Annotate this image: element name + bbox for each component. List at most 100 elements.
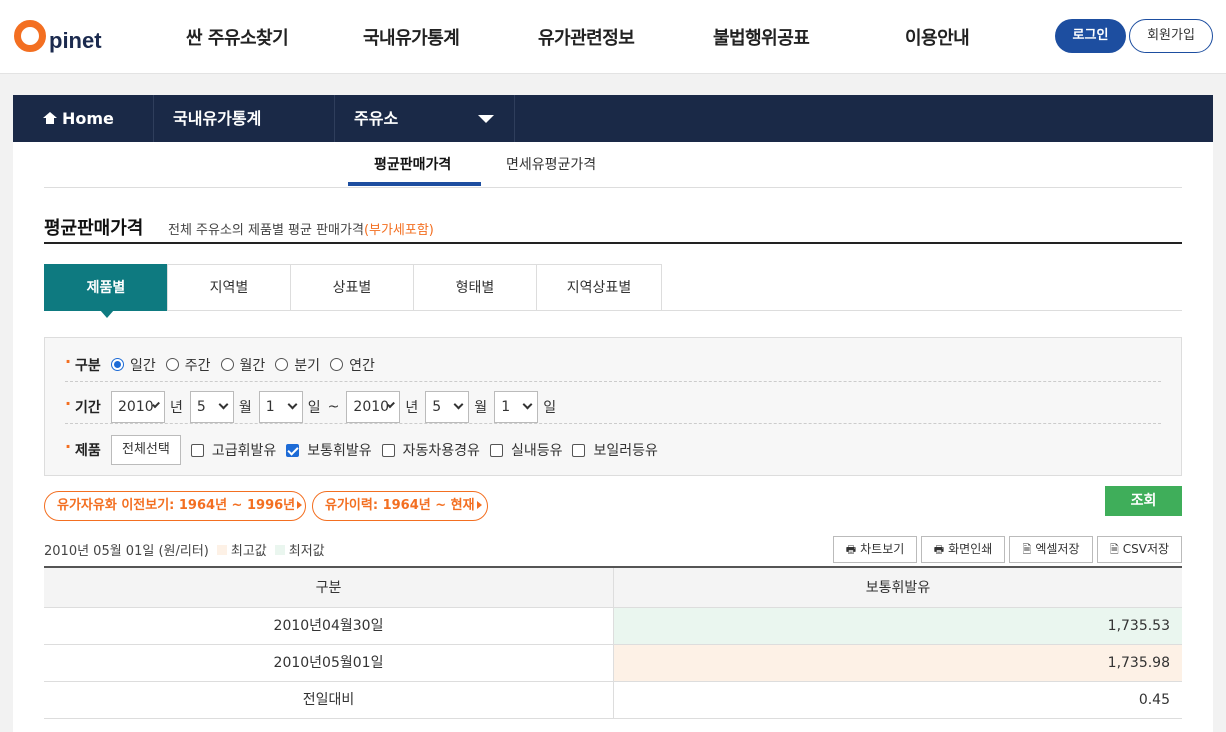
main-menu: 싼 주유소찾기 국내유가통계 유가관련정보 불법행위공표 이용안내 — [0, 24, 1226, 50]
page-title: 평균판매가격 — [44, 218, 144, 239]
to-year-select[interactable]: 2010 — [346, 390, 401, 423]
join-button[interactable]: 회원가입 — [1129, 19, 1213, 53]
location-level2-dropdown[interactable]: 주유소 — [335, 95, 515, 142]
radio-circle[interactable] — [275, 358, 289, 371]
from-day-select[interactable]: 1 — [258, 390, 303, 423]
checkbox-box[interactable] — [286, 443, 300, 457]
unit-year: 년 — [405, 399, 419, 416]
csv-save-button[interactable]: 🗎 CSV저장 — [1097, 536, 1182, 563]
table-row: 2010년04월30일 1,735.53 — [44, 608, 1182, 645]
row-label: 2010년05월01일 — [44, 645, 614, 681]
checkbox-diesel[interactable]: 자동차용경유 — [381, 440, 480, 460]
arrow-right-icon — [297, 501, 303, 509]
legend-high-swatch — [216, 544, 227, 555]
checkbox-regular-gasoline[interactable]: 보통휘발유 — [286, 440, 372, 460]
checkbox-box[interactable] — [190, 443, 204, 457]
tab-by-brand[interactable]: 상표별 — [290, 264, 413, 311]
checkbox-boiler-kerosene[interactable]: 보일러등유 — [572, 440, 658, 460]
checkbox-label: 보일러등유 — [593, 443, 658, 459]
select-value: 5 — [432, 398, 442, 415]
tab-by-product[interactable]: 제품별 — [44, 264, 167, 318]
home-icon — [43, 112, 57, 125]
radio-circle[interactable] — [330, 358, 344, 371]
search-button[interactable]: 조회 — [1105, 486, 1182, 516]
search-panel: 구분 일간 주간 월간 분기 연간 기간 2010 년 5 월 1 일 ~ 20… — [44, 337, 1182, 476]
tool-label: 화면인쇄 — [948, 542, 993, 556]
checkbox-box[interactable] — [489, 443, 503, 457]
checkbox-label: 보통휘발유 — [307, 443, 372, 459]
sub-tabs: 평균판매가격 면세유평균가격 — [44, 142, 1182, 188]
radio-label: 분기 — [294, 357, 321, 374]
radio-daily[interactable]: 일간 — [111, 355, 156, 375]
radio-weekly[interactable]: 주간 — [165, 355, 211, 375]
radio-yearly[interactable]: 연간 — [330, 355, 375, 375]
table-row: 2010년05월01일 1,735.98 — [44, 645, 1182, 682]
legend-high-label: 최고값 — [230, 544, 267, 559]
page-description-text: 전체 주유소의 제품별 평균 판매가격 — [168, 223, 364, 238]
printer-icon: 🖶 — [845, 543, 857, 556]
history-before-liberalization-button[interactable]: 유가자유화 이전보기: 1964년 ~ 1996년 — [44, 491, 306, 521]
menu-price-info[interactable]: 유가관련정보 — [538, 24, 635, 50]
date-range-row: 기간 2010 년 5 월 1 일 ~ 2010 년 5 월 1 일 — [65, 390, 1161, 424]
checkbox-premium-gasoline[interactable]: 고급휘발유 — [190, 440, 277, 460]
excel-save-button[interactable]: 🗎 엑셀저장 — [1009, 536, 1093, 563]
location-level1[interactable]: 국내유가통계 — [154, 95, 335, 142]
chart-view-button[interactable]: 🖶 차트보기 — [833, 536, 917, 563]
to-month-select[interactable]: 5 — [425, 390, 470, 423]
tab-by-region[interactable]: 지역별 — [167, 264, 290, 311]
radio-circle[interactable] — [220, 358, 234, 371]
period-type-row: 구분 일간 주간 월간 분기 연간 — [65, 348, 1161, 382]
page-description: 전체 주유소의 제품별 평균 판매가격(부가세포함) — [168, 219, 434, 238]
menu-illegal-disclosure[interactable]: 불법행위공표 — [713, 24, 810, 50]
select-value: 5 — [196, 398, 206, 415]
radio-label: 연간 — [349, 357, 375, 374]
row-label: 전일대비 — [44, 682, 614, 718]
print-screen-button[interactable]: 🖶 화면인쇄 — [921, 536, 1005, 563]
page-title-bar: 평균판매가격 전체 주유소의 제품별 평균 판매가격(부가세포함) — [44, 214, 1182, 244]
tool-label: 차트보기 — [860, 542, 905, 556]
radio-circle[interactable] — [111, 358, 124, 371]
checkbox-box[interactable] — [381, 443, 395, 457]
radio-monthly[interactable]: 월간 — [220, 355, 265, 375]
period-type-label: 구분 — [65, 352, 111, 375]
login-button[interactable]: 로그인 — [1055, 19, 1126, 53]
menu-find-station[interactable]: 싼 주유소찾기 — [186, 24, 289, 50]
to-day-select[interactable]: 1 — [494, 390, 539, 423]
radio-circle[interactable] — [165, 358, 179, 371]
product-row: 제품 전체선택 고급휘발유 보통휘발유 자동차용경유 실내등유 보일러등유 — [65, 433, 1161, 467]
checkbox-label: 실내등유 — [510, 443, 563, 459]
home-link[interactable]: Home — [13, 95, 154, 142]
tab-by-type[interactable]: 형태별 — [413, 264, 536, 311]
product-label: 제품 — [65, 437, 111, 460]
checkbox-box[interactable] — [572, 443, 586, 457]
tool-label: 엑셀저장 — [1035, 542, 1080, 556]
from-month-select[interactable]: 5 — [189, 390, 234, 423]
radio-label: 일간 — [130, 357, 156, 374]
select-all-button[interactable]: 전체선택 — [111, 435, 181, 465]
checkbox-kerosene[interactable]: 실내등유 — [489, 440, 563, 460]
from-year-select[interactable]: 2010 — [111, 390, 165, 423]
tab-by-region-brand[interactable]: 지역상표별 — [536, 264, 662, 311]
row-value: 1,735.98 — [614, 645, 1182, 681]
menu-guide[interactable]: 이용안내 — [905, 24, 970, 50]
home-label: Home — [62, 109, 114, 128]
chevron-down-icon — [453, 399, 464, 410]
subtab-average-price[interactable]: 평균판매가격 — [374, 154, 451, 174]
unit-day: 일 — [307, 399, 321, 416]
chevron-down-icon — [218, 399, 229, 410]
price-history-button[interactable]: 유가이력: 1964년 ~ 현재 — [312, 491, 488, 521]
tool-label: CSV저장 — [1122, 542, 1170, 556]
subtab-tax-free-price[interactable]: 면세유평균가격 — [506, 154, 596, 174]
checkbox-label: 고급휘발유 — [211, 443, 277, 459]
printer-icon: 🖶 — [933, 543, 945, 556]
row-value: 0.45 — [1138, 692, 1170, 708]
legend-low-label: 최저값 — [288, 544, 325, 559]
legend-low-swatch — [274, 544, 285, 555]
radio-quarterly[interactable]: 분기 — [275, 355, 320, 375]
menu-domestic-price-stats[interactable]: 국내유가통계 — [363, 24, 460, 50]
active-subtab-indicator — [348, 182, 481, 186]
radio-label: 주간 — [184, 357, 211, 374]
range-separator: ~ — [327, 398, 340, 415]
row-value: 1,735.53 — [614, 608, 1182, 644]
arrow-right-icon — [476, 501, 482, 509]
